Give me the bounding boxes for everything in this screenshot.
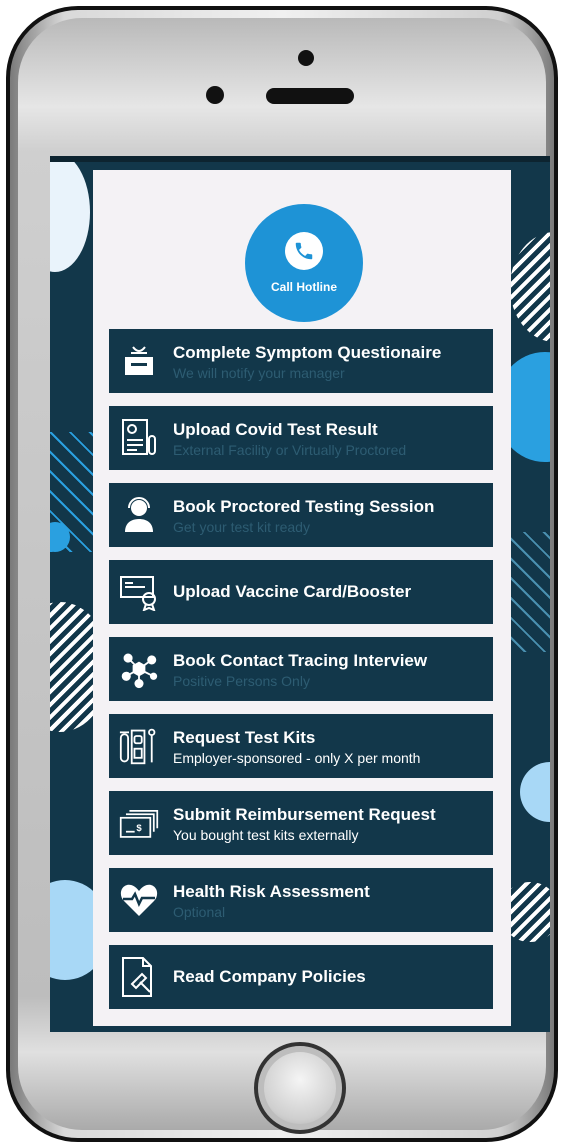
menu-item-subtitle: Get your test kit ready — [173, 519, 310, 535]
vaccine-card-icon — [119, 572, 159, 612]
decorative-circle — [50, 162, 90, 272]
svg-text:$: $ — [136, 823, 142, 834]
menu-item-title: Health Risk Assessment — [173, 882, 370, 901]
support-agent-icon — [119, 495, 159, 535]
call-hotline-button[interactable]: Call Hotline — [245, 204, 363, 322]
menu-item-title: Request Test Kits — [173, 728, 316, 747]
menu-item-title: Read Company Policies — [173, 967, 366, 986]
menu-item-title: Upload Covid Test Result — [173, 420, 378, 439]
menu-item-title: Complete Symptom Questionaire — [173, 343, 442, 362]
menu-item-company-policies[interactable]: Read Company Policies — [109, 945, 493, 1009]
menu-item-subtitle: Optional — [173, 904, 226, 920]
menu-item-subtitle: Employer-sponsored - only X per month — [173, 750, 421, 766]
phone-screen: Call Hotline Complete Symptom Questionai… — [50, 156, 550, 1032]
network-icon — [119, 649, 159, 689]
action-menu: Complete Symptom Questionaire We will no… — [109, 329, 493, 1022]
menu-item-title: Book Proctored Testing Session — [173, 497, 435, 516]
home-button[interactable] — [254, 1042, 346, 1134]
menu-item-book-proctored-session[interactable]: Book Proctored Testing Session Get your … — [109, 483, 493, 547]
decorative-circle — [520, 762, 550, 822]
menu-item-contact-tracing[interactable]: Book Contact Tracing Interview Positive … — [109, 637, 493, 701]
menu-item-health-risk-assessment[interactable]: Health Risk Assessment Optional — [109, 868, 493, 932]
test-kit-icon — [119, 726, 159, 766]
menu-item-subtitle: External Facility or Virtually Proctored — [173, 442, 407, 458]
tissue-box-icon — [119, 341, 159, 381]
menu-item-reimbursement[interactable]: $ Submit Reimbursement Request You bough… — [109, 791, 493, 855]
decorative-stripes — [510, 232, 550, 342]
earpiece-speaker — [266, 88, 354, 104]
menu-item-request-test-kits[interactable]: Request Test Kits Employer-sponsored - o… — [109, 714, 493, 778]
menu-item-symptom-questionnaire[interactable]: Complete Symptom Questionaire We will no… — [109, 329, 493, 393]
policy-document-icon — [119, 957, 159, 997]
main-panel: Call Hotline Complete Symptom Questionai… — [93, 170, 511, 1026]
front-camera — [298, 50, 314, 66]
menu-item-title: Submit Reimbursement Request — [173, 805, 436, 824]
hotline-label: Call Hotline — [270, 280, 337, 294]
proximity-sensor — [206, 86, 224, 104]
menu-item-title: Upload Vaccine Card/Booster — [173, 582, 412, 601]
menu-item-subtitle: We will notify your manager — [173, 365, 345, 381]
menu-item-upload-test-result[interactable]: Upload Covid Test Result External Facili… — [109, 406, 493, 470]
money-icon: $ — [119, 803, 159, 843]
menu-item-subtitle: You bought test kits externally — [173, 827, 359, 843]
phone-frame: Call Hotline Complete Symptom Questionai… — [6, 6, 558, 1142]
heart-pulse-icon — [119, 880, 159, 920]
test-report-icon — [119, 418, 159, 458]
menu-item-title: Book Contact Tracing Interview — [173, 651, 428, 670]
menu-item-upload-vaccine-card[interactable]: Upload Vaccine Card/Booster — [109, 560, 493, 624]
menu-item-subtitle: Positive Persons Only — [173, 673, 310, 689]
phone-icon — [285, 232, 323, 270]
